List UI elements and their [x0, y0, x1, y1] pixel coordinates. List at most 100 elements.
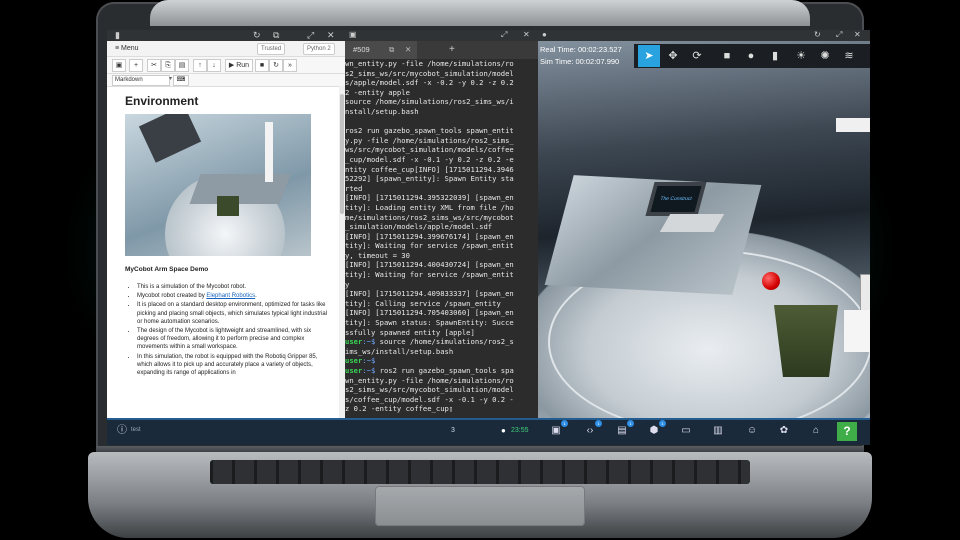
popout-icon[interactable]: ⧉	[389, 41, 394, 59]
notebook-toolbar: ▣ + ✂ ⎘ ▤ ↑ ↓ ▶ Run ■ ↻ »	[107, 57, 345, 74]
trusted-badge[interactable]: Trusted	[257, 43, 286, 55]
move-icon[interactable]: ✥	[662, 45, 684, 67]
terminal-line: ssfully spawned entity [apple]	[345, 327, 475, 337]
elephant-robotics-link[interactable]: Elephant Robotics	[206, 293, 255, 299]
keyboard-icon[interactable]: ⌨	[173, 75, 189, 86]
terminal-line: tity]: Waiting for service /spawn_entit	[345, 270, 514, 280]
notebook-panel: ▮ ↻ ⧉ ⤢ ✕ ≡ Menu Trusted Python 2 ▣ + ✂ …	[107, 30, 345, 418]
close-icon[interactable]: ✕	[523, 30, 530, 39]
taskbar: ⓘ test 3 ● 23:55 ▣ 1 ‹› 1 ▤ 1 ⬢ 1 ▭ ▥ ☺ ✿ ⌂ …	[107, 418, 870, 445]
rotate-icon[interactable]: ⟳	[686, 45, 708, 67]
apple-sphere	[762, 272, 780, 290]
terminal-line: tity]: Spawn status: SpawnEntity: Succe	[345, 318, 514, 328]
terminal-tabbar: #509 ⧉ ✕ +	[345, 41, 538, 59]
laptop-keyboard	[210, 460, 750, 484]
terminal-output[interactable]: wn_entity.py -file /home/simulations/ro s…	[345, 59, 538, 418]
terminal-line: _simulation/models/apple/model.sdf	[345, 222, 493, 232]
info-label: test	[131, 427, 141, 433]
terminal-line: tity]: Calling service /spawn_entity	[345, 298, 501, 308]
spot-light-icon[interactable]: ≋	[838, 45, 860, 67]
section-subtitle: MyCobot Arm Space Demo	[125, 266, 209, 273]
run-button[interactable]: ▶ Run	[225, 59, 253, 72]
point-light-icon[interactable]: ✺	[814, 45, 836, 67]
chevron-down-icon: ▾	[169, 76, 173, 82]
terminal-line: y	[345, 279, 350, 289]
sun-icon[interactable]: ☀	[790, 45, 812, 67]
box-icon[interactable]: ■	[716, 45, 738, 67]
terminal-icon[interactable]: ▣ 1	[549, 420, 568, 438]
close-icon[interactable]: ✕	[327, 30, 335, 41]
terminal-line: user:~$ ros2 run gazebo_spawn_tools spa	[345, 366, 514, 375]
maximize-icon[interactable]: ⤢	[307, 30, 314, 41]
list-item: The design of the Mycobot is lightweight…	[137, 327, 331, 352]
robot-icon[interactable]: ☺	[745, 424, 759, 438]
terminal-line: nstall/setup.bash	[345, 106, 419, 116]
terminal-line: wn_entity.py -file /home/simulations/ro	[345, 375, 514, 385]
notebook-menubar: ≡ Menu Trusted Python 2	[107, 41, 345, 57]
cell-type-select[interactable]: Markdown	[112, 75, 170, 86]
add-tab-button[interactable]: +	[449, 41, 455, 59]
close-icon[interactable]: ✕	[854, 30, 861, 39]
monitor-icon[interactable]: ▭	[679, 424, 693, 438]
terminal-line: y, timeout = 30	[345, 250, 410, 260]
cut-icon[interactable]: ✂	[147, 59, 161, 72]
terminal-window-icon: ▣	[349, 30, 357, 39]
terminal-line: z 0.2 -entity coffee_cup▯	[345, 404, 454, 414]
openai-icon[interactable]: ✿	[777, 424, 791, 438]
terminal-line: tity]: Waiting for service /spawn_entit	[345, 241, 514, 251]
terminal-line: user:~$ source /home/simulations/ros2_s	[345, 337, 514, 347]
maximize-icon[interactable]: ⤢	[836, 30, 842, 40]
stop-icon[interactable]: ■	[255, 59, 269, 72]
description-list: This is a simulation of the Mycobot robo…	[125, 283, 331, 377]
code-icon[interactable]: ‹› 1	[583, 420, 602, 438]
terminal-line: s2_sims_ws/src/mycobot_simulation/model	[345, 68, 514, 78]
terminal-line: ims_ws/install/setup.bash	[345, 346, 454, 356]
kernel-indicator[interactable]: Python 2	[303, 43, 335, 55]
home-icon[interactable]: ⌂	[809, 424, 823, 438]
robot-arm-shape	[265, 122, 273, 182]
terminal-line: me/simulations/ros2_sims_ws/src/mycobot	[345, 212, 514, 222]
fast-forward-icon[interactable]: »	[283, 59, 297, 72]
close-icon[interactable]: ✕	[405, 41, 411, 59]
copy-icon[interactable]: ⎘	[161, 59, 175, 72]
terminal-line: [INFO] [1715011294.399676174] [spawn_en	[345, 231, 514, 241]
arrow-up-icon[interactable]: ↑	[193, 59, 207, 72]
maximize-icon[interactable]: ⤢	[501, 30, 507, 40]
file-icon[interactable]: ▤ 1	[615, 420, 634, 438]
list-item: It is placed on a standard desktop envir…	[137, 301, 331, 326]
refresh-icon[interactable]: ↻	[814, 30, 821, 39]
table-shape	[189, 174, 291, 204]
terminal-line: wn_entity.py -file /home/simulations/ro	[345, 59, 514, 68]
bin-model	[774, 305, 838, 377]
menu-button[interactable]: ≡ Menu	[115, 41, 139, 56]
page-title: Environment	[125, 94, 199, 108]
page-number: 3	[451, 427, 455, 434]
info-icon[interactable]: ⓘ	[115, 424, 129, 438]
popout-icon[interactable]: ⧉	[273, 30, 279, 41]
paste-icon[interactable]: ▤	[175, 59, 189, 72]
restart-icon[interactable]: ↻	[269, 59, 283, 72]
notebook-window-icon: ▮	[115, 30, 120, 40]
tab-terminal-509[interactable]: #509 ⧉ ✕	[345, 41, 417, 59]
add-cell-icon[interactable]: +	[129, 59, 143, 72]
chair-shape	[138, 114, 202, 163]
save-icon[interactable]: ▣	[112, 59, 126, 72]
select-cursor-icon[interactable]: ➤	[638, 45, 660, 67]
gazebo-viewport[interactable]: The Construct ● ↻ ⤢ ✕ Real Time: 00:02:2…	[538, 30, 870, 418]
arrow-down-icon[interactable]: ↓	[207, 59, 221, 72]
notebook-window-bar: ▮ ↻ ⧉ ⤢ ✕	[107, 30, 345, 41]
cylinder-icon[interactable]: ▮	[764, 45, 786, 67]
sphere-icon[interactable]: ●	[740, 45, 762, 67]
laptop-screen: ▮ ↻ ⧉ ⤢ ✕ ≡ Menu Trusted Python 2 ▣ + ✂ …	[107, 30, 870, 445]
refresh-icon[interactable]: ↻	[253, 30, 261, 41]
help-button[interactable]: ?	[837, 422, 857, 441]
robot-gripper-model	[836, 118, 870, 132]
cube-icon[interactable]: ⬢ 1	[647, 420, 666, 438]
book-icon[interactable]: ▥	[711, 424, 725, 438]
laptop-lid-highlight	[150, 0, 810, 26]
terminal-line: [INFO] [1715011294.395322039] [spawn_en	[345, 193, 514, 203]
laptop-model: The Construct	[645, 182, 707, 216]
terminal-line: rted	[345, 183, 363, 193]
pedestal-model	[844, 310, 870, 352]
